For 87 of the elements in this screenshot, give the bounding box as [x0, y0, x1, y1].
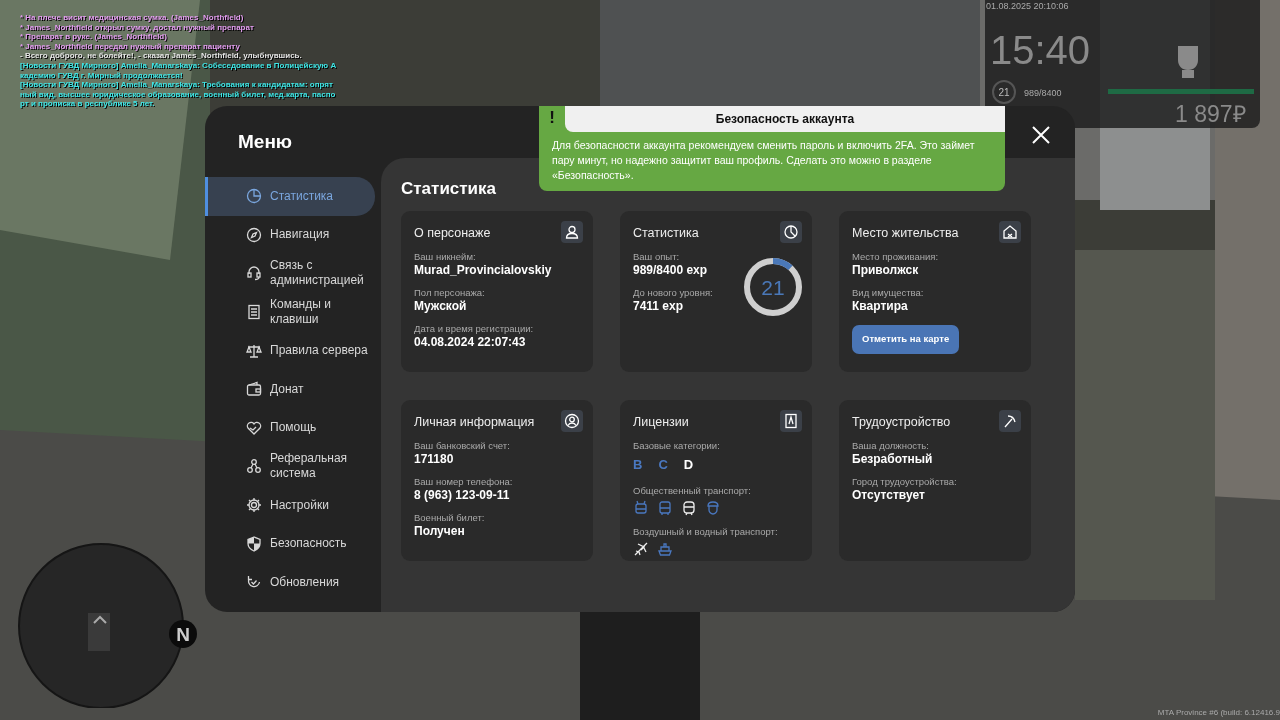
pie-chart-icon	[246, 188, 262, 205]
field-value: 8 (963) 123-09-11	[414, 488, 510, 504]
level-ring	[744, 257, 802, 316]
card-title: Статистика	[633, 224, 699, 242]
wallet-icon	[246, 381, 262, 398]
field-label: Базовые категории:	[633, 440, 720, 453]
scales-icon	[246, 342, 262, 359]
field-value: Отсутствует	[852, 488, 925, 504]
level-number: 21	[761, 275, 785, 299]
field-value: 7411 exp	[633, 299, 684, 315]
pickaxe-icon	[1002, 412, 1018, 429]
chat-line: * На плече висит медицинская сумка. (James_Northfield)	[20, 13, 245, 23]
field-label: Пол персонажа:	[414, 287, 485, 300]
notification-title: Безопасность аккаунта	[565, 106, 1005, 132]
chat-line: - Всего доброго, не болейте!, - сказал James_Northfield, улыбнувшись.	[20, 51, 303, 61]
house-icon	[1002, 223, 1018, 240]
field-label: Общественный транспорт:	[633, 484, 751, 497]
field-value: Мужской	[414, 299, 467, 315]
id-card-icon	[783, 412, 799, 429]
field-label: Воздушный и водный транспорт:	[633, 525, 778, 538]
field-label: Место проживания:	[852, 251, 939, 264]
sidebar-item[interactable]: Навигация	[205, 215, 375, 255]
chat-line: ный вид, высшее юридическое образование, военный билет, мед.карта, паспо	[20, 89, 337, 100]
chat-line: * James_Northfield открыл сумку, достал нужный препарат	[20, 22, 255, 33]
field-value: Получен	[414, 524, 465, 540]
field-value: Квартира	[852, 299, 908, 315]
sidebar-item[interactable]: Донат	[205, 369, 375, 409]
card-title: Трудоустройство	[852, 413, 951, 431]
person-icon	[564, 223, 580, 240]
chat-line: [Новости ГУВД Мирного] Amelia_Manarskaya: Собеседование в Полицейскую А	[20, 60, 337, 71]
field-label: Ваш никнейм:	[414, 251, 476, 264]
money: 1 897₽	[1175, 100, 1246, 129]
level-ring-fill	[772, 257, 793, 270]
document-icon	[246, 304, 262, 321]
clock: 15:40	[990, 30, 1091, 70]
card-title: О персонаже	[414, 224, 491, 242]
referral-icon	[246, 458, 262, 475]
section-heading: Статистика	[401, 178, 498, 200]
chat-line: * James_Northfield передал нужный препарат пациенту	[20, 41, 241, 52]
sidebar-item[interactable]: Обновления	[205, 562, 375, 602]
pie-chart-icon	[783, 223, 799, 240]
alert-mark: !	[548, 107, 556, 129]
license-category: B	[633, 456, 643, 475]
compass-icon	[246, 226, 262, 243]
sidebar-item[interactable]: Реферальная система	[205, 447, 375, 486]
chat-line: [Новости ГУВД Мирного] Amelia_Manarskaya: Требования к кандидатам: опрят	[20, 80, 334, 90]
settings-icon	[246, 497, 262, 514]
field-label: Военный билет:	[414, 512, 485, 525]
card-title: Место жительства	[852, 224, 959, 242]
shield-icon	[246, 535, 262, 552]
field-label: Ваш номер телефона:	[414, 476, 513, 489]
field-value: 171180	[414, 452, 454, 468]
license-category: D	[683, 456, 694, 475]
card-title: Лицензии	[633, 413, 689, 431]
sidebar-item[interactable]: Статистика	[205, 177, 375, 216]
menu-title: Меню	[237, 130, 294, 154]
field-label: Город трудоустройства:	[852, 476, 957, 489]
license-category: C	[658, 456, 668, 475]
sidebar-item[interactable]: Безопасность	[205, 524, 375, 563]
build-text: MTA Province #6 (build: 6.12416.9	[1157, 707, 1280, 719]
sidebar-item[interactable]: Связь с администрацией	[205, 254, 375, 293]
level-indicator: 21	[992, 80, 1016, 104]
field-value: 989/8400 exp	[633, 263, 708, 279]
field-label: Ваш банковский счет:	[414, 440, 510, 453]
sidebar-item[interactable]: Помощь	[205, 408, 375, 448]
exp-text: 989/8400	[1024, 87, 1062, 100]
headset-icon	[246, 265, 262, 282]
sidebar-item[interactable]: Правила сервера	[205, 331, 375, 370]
field-value: Безработный	[852, 452, 933, 468]
notification-text: Для безопасности аккаунта рекомендуем сменить пароль и включить 2FA. Это займет пару минут, но надежно защитит ваш профиль. Сделать это можно в разделе «Безопасность».	[551, 138, 976, 183]
chat-line: рт и прописка в республике 5 лет.	[20, 99, 156, 109]
map-button[interactable]: Отметить на карте	[852, 325, 960, 354]
field-label: Дата и время регистрации:	[414, 323, 534, 336]
field-label: Вид имущества:	[852, 287, 924, 300]
field-label: До нового уровня:	[633, 287, 713, 300]
sidebar-item[interactable]: Команды и клавиши	[205, 292, 375, 332]
field-label: Ваш опыт:	[633, 251, 680, 264]
user-circle-icon	[564, 412, 580, 429]
field-label: Ваша должность:	[852, 440, 929, 453]
field-value: Murad_Provincialovskiy	[414, 263, 552, 279]
field-value: Приволжск	[852, 263, 919, 279]
date-time: 01.08.2025 20:10:06	[985, 0, 1070, 13]
field-value: 04.08.2024 22:07:43	[414, 335, 526, 351]
chat-line: кадемию ГУВД г. Мирный продолжается!	[20, 70, 184, 81]
sidebar-item[interactable]: Настройки	[205, 485, 375, 525]
card-title: Личная информация	[414, 413, 535, 431]
heart-hands-icon	[246, 419, 262, 436]
